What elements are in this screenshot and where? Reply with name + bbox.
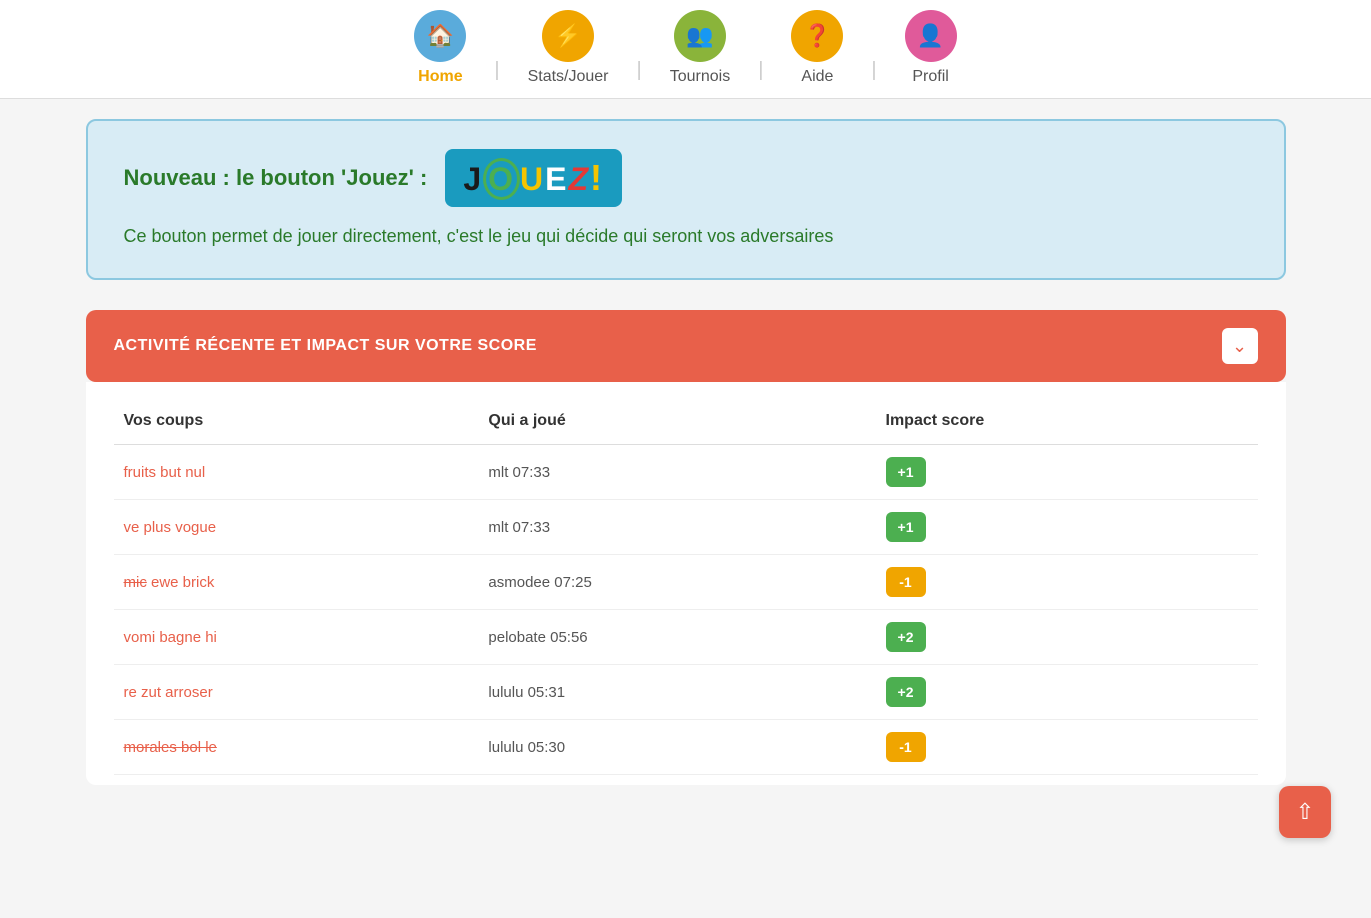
stats-icon: ⚡ — [542, 10, 594, 62]
nav-home[interactable]: 🏠 Home — [386, 10, 494, 86]
table-row: vomi bagne hi pelobate 05:56 +2 — [114, 610, 1258, 665]
coup-cell[interactable]: mic ewe brick — [114, 555, 479, 610]
score-cell: -1 — [876, 555, 1258, 610]
table-header-row: Vos coups Qui a joué Impact score — [114, 402, 1258, 445]
coup-link[interactable]: morales bol le — [124, 739, 217, 756]
nav-profil[interactable]: 👤 Profil — [877, 10, 985, 86]
activity-header: ACTIVITÉ RÉCENTE ET IMPACT SUR VOTRE SCO… — [86, 310, 1286, 382]
coup-link[interactable]: re zut arroser — [124, 684, 213, 701]
qui-cell: mlt 07:33 — [478, 445, 875, 500]
main-content: Nouveau : le bouton 'Jouez' : JOUEZ! Ce … — [66, 99, 1306, 785]
col-coups: Vos coups — [114, 402, 479, 445]
score-cell: +1 — [876, 500, 1258, 555]
score-cell: +2 — [876, 665, 1258, 720]
nav-profil-label: Profil — [912, 68, 948, 86]
score-badge: -1 — [886, 567, 926, 597]
announcement-title: Nouveau : le bouton 'Jouez' : — [124, 165, 428, 191]
collapse-button[interactable]: ⌄ — [1222, 328, 1258, 364]
col-qui: Qui a joué — [478, 402, 875, 445]
jouez-badge[interactable]: JOUEZ! — [445, 149, 622, 207]
score-badge: +2 — [886, 622, 926, 652]
announcement-title-row: Nouveau : le bouton 'Jouez' : JOUEZ! — [124, 149, 1248, 207]
qui-cell: lululu 05:30 — [478, 720, 875, 775]
score-cell: +2 — [876, 610, 1258, 665]
table-row: morales bol le lululu 05:30 -1 — [114, 720, 1258, 775]
score-badge: +1 — [886, 457, 926, 487]
nav-stats[interactable]: ⚡ Stats/Jouer — [500, 10, 637, 86]
activity-table-wrap: Vos coups Qui a joué Impact score fruits… — [86, 382, 1286, 785]
activity-title: ACTIVITÉ RÉCENTE ET IMPACT SUR VOTRE SCO… — [114, 337, 537, 355]
score-cell: +1 — [876, 445, 1258, 500]
profil-icon: 👤 — [905, 10, 957, 62]
score-badge: -1 — [886, 732, 926, 762]
score-cell: -1 — [876, 720, 1258, 775]
table-row: mic ewe brick asmodee 07:25 -1 — [114, 555, 1258, 610]
home-icon: 🏠 — [414, 10, 466, 62]
coup-cell[interactable]: re zut arroser — [114, 665, 479, 720]
qui-cell: asmodee 07:25 — [478, 555, 875, 610]
coup-cell[interactable]: ve plus vogue — [114, 500, 479, 555]
announcement-desc: Ce bouton permet de jouer directement, c… — [124, 223, 1248, 250]
qui-cell: lululu 05:31 — [478, 665, 875, 720]
coup-cell[interactable]: fruits but nul — [114, 445, 479, 500]
activity-section: ACTIVITÉ RÉCENTE ET IMPACT SUR VOTRE SCO… — [86, 310, 1286, 785]
tournois-icon: 👥 — [674, 10, 726, 62]
table-row: fruits but nul mlt 07:33 +1 — [114, 445, 1258, 500]
qui-cell: mlt 07:33 — [478, 500, 875, 555]
main-nav: 🏠 Home | ⚡ Stats/Jouer | 👥 Tournois | ❓ … — [0, 0, 1371, 99]
score-badge: +2 — [886, 677, 926, 707]
announcement-box: Nouveau : le bouton 'Jouez' : JOUEZ! Ce … — [86, 119, 1286, 280]
scroll-top-button[interactable]: ⇧ — [1279, 786, 1331, 838]
col-impact: Impact score — [876, 402, 1258, 445]
aide-icon: ❓ — [791, 10, 843, 62]
nav-home-label: Home — [418, 68, 462, 86]
coup-link[interactable]: mic ewe brick — [124, 574, 215, 591]
coup-link[interactable]: vomi bagne hi — [124, 629, 217, 646]
coup-cell[interactable]: vomi bagne hi — [114, 610, 479, 665]
jouez-text: JOUEZ! — [463, 157, 604, 199]
nav-stats-label: Stats/Jouer — [528, 68, 609, 86]
score-badge: +1 — [886, 512, 926, 542]
table-row: re zut arroser lululu 05:31 +2 — [114, 665, 1258, 720]
coup-cell[interactable]: morales bol le — [114, 720, 479, 775]
qui-cell: pelobate 05:56 — [478, 610, 875, 665]
nav-tournois-label: Tournois — [670, 68, 730, 86]
coup-link[interactable]: ve plus vogue — [124, 519, 217, 536]
activity-table: Vos coups Qui a joué Impact score fruits… — [114, 402, 1258, 775]
table-row: ve plus vogue mlt 07:33 +1 — [114, 500, 1258, 555]
coup-link[interactable]: fruits but nul — [124, 464, 206, 481]
nav-aide-label: Aide — [801, 68, 833, 86]
nav-tournois[interactable]: 👥 Tournois — [642, 10, 758, 86]
nav-aide[interactable]: ❓ Aide — [763, 10, 871, 86]
